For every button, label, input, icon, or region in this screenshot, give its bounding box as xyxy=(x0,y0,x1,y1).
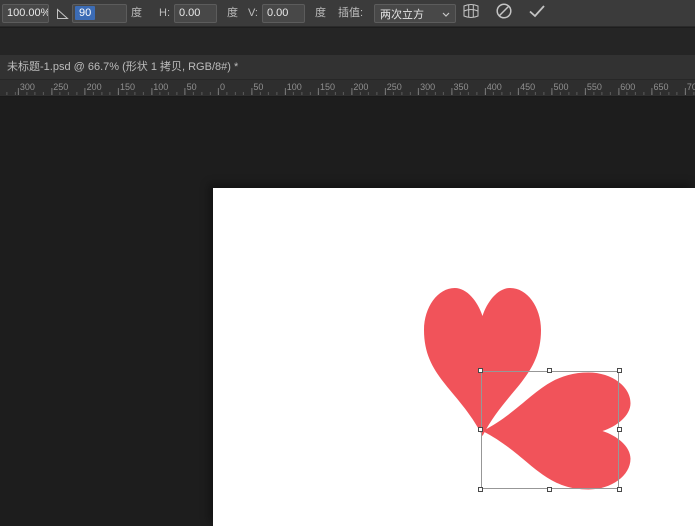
ruler-unit-label: 300 xyxy=(420,82,435,92)
ruler-unit-label: 150 xyxy=(120,82,135,92)
ruler-unit-label: 70 xyxy=(687,82,695,92)
ruler-unit-label: 600 xyxy=(620,82,635,92)
h-skew-unit-label: 度 xyxy=(227,0,238,27)
v-skew-unit-label: 度 xyxy=(315,0,326,27)
transform-handle-bottom-left[interactable] xyxy=(478,487,483,492)
interpolation-value: 两次立方 xyxy=(380,6,424,22)
interpolation-select[interactable]: 两次立方 xyxy=(374,4,456,23)
interpolation-label: 插值: xyxy=(338,0,363,27)
transform-bounding-box[interactable] xyxy=(481,371,619,489)
rotation-unit-label: 度 xyxy=(131,0,142,27)
window-frame-strip xyxy=(0,28,695,55)
transform-handle-middle-right[interactable] xyxy=(617,427,622,432)
h-skew-label: H: xyxy=(159,0,170,27)
document-tab-bar: 未标题-1.psd @ 66.7% (形状 1 拷贝, RGB/8#) * xyxy=(0,55,695,80)
ruler-unit-label: 450 xyxy=(520,82,535,92)
transform-handle-top-middle[interactable] xyxy=(547,368,552,373)
horizontal-ruler[interactable]: 3002502001501005005010015020025030035040… xyxy=(0,80,695,97)
cancel-transform-button[interactable] xyxy=(492,2,516,25)
ruler-unit-label: 250 xyxy=(387,82,402,92)
document-tab-title[interactable]: 未标题-1.psd @ 66.7% (形状 1 拷贝, RGB/8#) * xyxy=(0,55,695,79)
transform-handle-bottom-right[interactable] xyxy=(617,487,622,492)
ruler-unit-label: 50 xyxy=(253,82,263,92)
canvas-area xyxy=(0,97,695,526)
ruler-unit-label: 150 xyxy=(320,82,335,92)
transform-handle-top-left[interactable] xyxy=(478,368,483,373)
ruler-unit-label: 50 xyxy=(187,82,197,92)
cancel-transform-icon xyxy=(495,2,513,25)
ruler-unit-label: 300 xyxy=(20,82,35,92)
angle-icon xyxy=(56,8,69,20)
photoshop-window: 100.00% 90 度 H: 0.00 度 V: 0.00 度 插值: 两次立… xyxy=(0,0,695,526)
ruler-unit-label: 200 xyxy=(353,82,368,92)
ruler-unit-label: 550 xyxy=(587,82,602,92)
transform-options-bar: 100.00% 90 度 H: 0.00 度 V: 0.00 度 插值: 两次立… xyxy=(0,0,695,27)
ruler-unit-label: 0 xyxy=(220,82,225,92)
transform-handle-top-right[interactable] xyxy=(617,368,622,373)
commit-transform-icon xyxy=(528,4,546,23)
ruler-unit-label: 350 xyxy=(453,82,468,92)
rotation-angle-selected-text: 90 xyxy=(75,6,95,20)
ruler-unit-label: 100 xyxy=(287,82,302,92)
rotation-angle-input[interactable]: 90 xyxy=(72,4,127,23)
transform-handle-middle-left[interactable] xyxy=(478,427,483,432)
ruler-unit-label: 200 xyxy=(87,82,102,92)
warp-mode-icon xyxy=(462,3,480,24)
h-skew-input[interactable]: 0.00 xyxy=(174,4,217,23)
transform-handle-bottom-middle[interactable] xyxy=(547,487,552,492)
scale-input[interactable]: 100.00% xyxy=(2,4,49,23)
ruler-unit-label: 250 xyxy=(53,82,68,92)
commit-transform-button[interactable] xyxy=(525,2,549,25)
document-canvas[interactable] xyxy=(213,188,695,526)
v-skew-label: V: xyxy=(248,0,258,27)
ruler-unit-label: 500 xyxy=(554,82,569,92)
ruler-unit-label: 400 xyxy=(487,82,502,92)
chevron-down-icon xyxy=(442,8,450,20)
ruler-unit-label: 650 xyxy=(654,82,669,92)
ruler-unit-label: 100 xyxy=(153,82,168,92)
warp-mode-button[interactable] xyxy=(459,2,483,25)
v-skew-input[interactable]: 0.00 xyxy=(262,4,305,23)
